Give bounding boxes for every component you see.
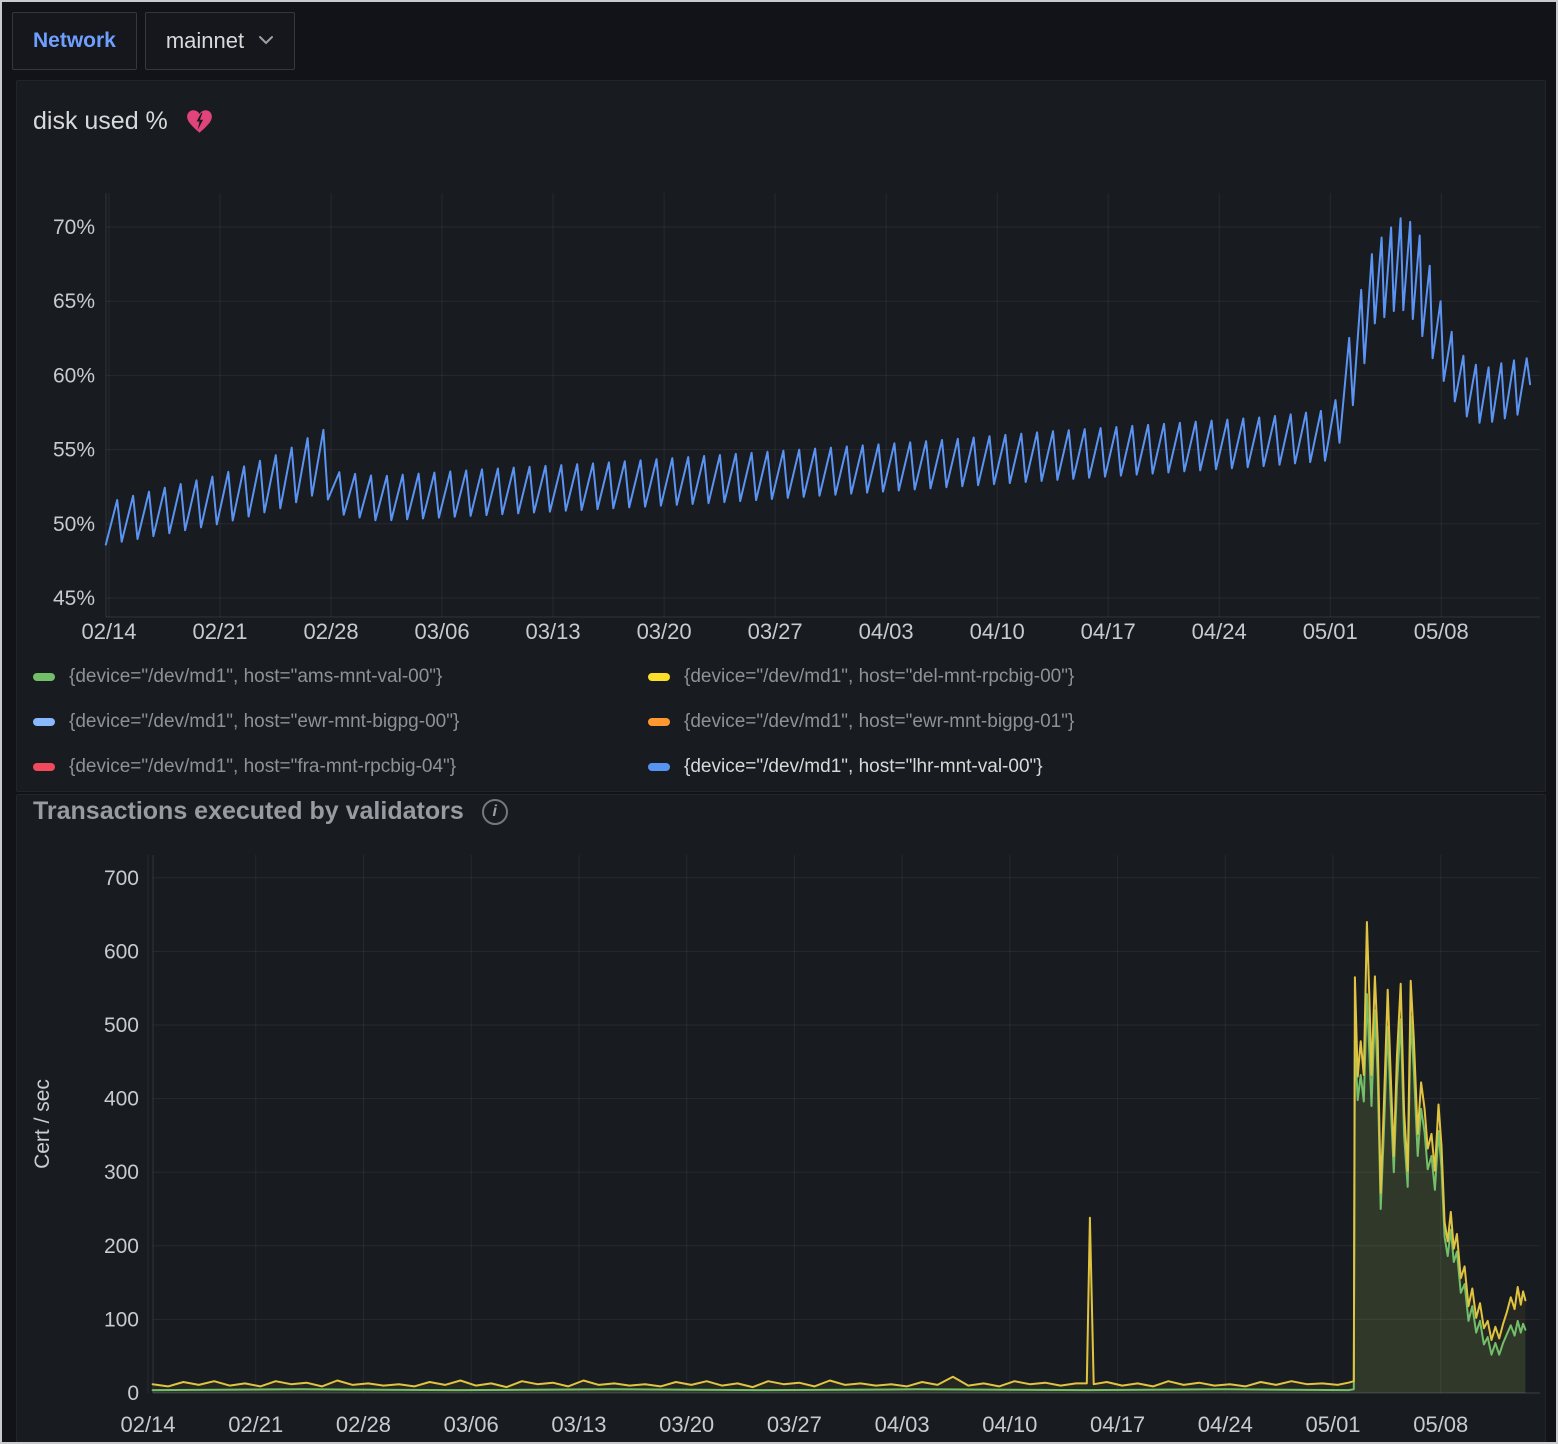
legend-swatch-icon xyxy=(648,718,670,726)
series-line xyxy=(106,218,1530,544)
x-tick-label: 02/14 xyxy=(81,619,136,644)
x-tick-label: 04/03 xyxy=(859,619,914,644)
disk-used-legend: {device="/dev/md1", host="ams-mnt-val-00… xyxy=(33,663,1074,781)
y-tick-label: 60% xyxy=(53,364,95,387)
legend-item[interactable]: {device="/dev/md1", host="del-mnt-rpcbig… xyxy=(648,663,1074,691)
x-tick-label: 02/28 xyxy=(304,619,359,644)
legend-item[interactable]: {device="/dev/md1", host="lhr-mnt-val-00… xyxy=(648,753,1074,781)
x-tick-label: 03/06 xyxy=(415,619,470,644)
y-tick-label: 65% xyxy=(53,290,95,313)
x-tick-label: 04/24 xyxy=(1192,619,1247,644)
y-tick-label: 100 xyxy=(104,1308,139,1331)
legend-swatch-icon xyxy=(648,763,670,771)
transactions-chart-plot[interactable]: 02/14 02/21 02/28 03/06 03/13 03/20 03/27 04/03… xyxy=(17,795,1545,1443)
x-tick-label: 04/17 xyxy=(1081,619,1136,644)
y-tick-label: 70% xyxy=(53,216,95,239)
x-tick-label: 02/14 xyxy=(120,1412,175,1437)
x-tick-label: 05/08 xyxy=(1414,619,1469,644)
legend-label: {device="/dev/md1", host="lhr-mnt-val-00… xyxy=(684,756,1043,778)
x-tick-label: 03/27 xyxy=(748,619,803,644)
legend-swatch-icon xyxy=(648,673,670,681)
x-tick-label: 03/20 xyxy=(637,619,692,644)
y-tick-label: 400 xyxy=(104,1088,139,1111)
legend-swatch-icon xyxy=(33,718,55,726)
panel-transactions: Transactions executed by validators i 02… xyxy=(16,794,1546,1444)
series-line xyxy=(153,922,1526,1387)
chevron-down-icon xyxy=(258,32,274,50)
x-tick-label: 03/13 xyxy=(526,619,581,644)
series-area xyxy=(153,922,1526,1393)
x-tick-label: 03/20 xyxy=(659,1412,714,1437)
y-tick-label: 55% xyxy=(53,439,95,462)
network-variable-select[interactable]: mainnet xyxy=(145,12,295,70)
x-tick-label: 05/01 xyxy=(1305,1412,1360,1437)
x-tick-label: 03/27 xyxy=(767,1412,822,1437)
grafana-dashboard: Network mainnet disk used % 02/1402/2102… xyxy=(0,0,1558,1444)
legend-label: {device="/dev/md1", host="ewr-mnt-bigpg-… xyxy=(684,711,1074,733)
legend-item[interactable]: {device="/dev/md1", host="ams-mnt-val-00… xyxy=(33,663,648,691)
y-axis-label: Cert / sec xyxy=(31,1079,54,1169)
x-tick-label: 05/01 xyxy=(1303,619,1358,644)
x-tick-label: 03/06 xyxy=(444,1412,499,1437)
series-area xyxy=(153,994,1526,1393)
x-tick-label: 04/17 xyxy=(1090,1412,1145,1437)
y-tick-label: 45% xyxy=(53,587,95,610)
legend-label: {device="/dev/md1", host="del-mnt-rpcbig… xyxy=(684,666,1074,688)
x-tick-label: 02/28 xyxy=(336,1412,391,1437)
y-tick-label: 0 xyxy=(127,1382,139,1405)
series-line xyxy=(153,994,1526,1390)
x-tick-label: 03/13 xyxy=(551,1412,606,1437)
y-tick-label: 500 xyxy=(104,1014,139,1037)
legend-swatch-icon xyxy=(33,763,55,771)
x-tick-label: 04/10 xyxy=(970,619,1025,644)
x-tick-label: 02/21 xyxy=(192,619,247,644)
x-tick-label: 05/08 xyxy=(1413,1412,1468,1437)
panel-disk-used: disk used % 02/1402/2102/2803/0603/1303/… xyxy=(16,80,1546,792)
network-variable-label: Network xyxy=(33,29,116,53)
y-tick-label: 700 xyxy=(104,867,139,890)
y-tick-label: 200 xyxy=(104,1235,139,1258)
legend-swatch-icon xyxy=(33,673,55,681)
legend-item[interactable]: {device="/dev/md1", host="ewr-mnt-bigpg-… xyxy=(33,708,648,736)
x-tick-label: 02/21 xyxy=(228,1412,283,1437)
x-tick-label: 04/10 xyxy=(982,1412,1037,1437)
network-variable-value[interactable]: mainnet xyxy=(166,28,244,54)
legend-item[interactable]: {device="/dev/md1", host="ewr-mnt-bigpg-… xyxy=(648,708,1074,736)
y-tick-label: 600 xyxy=(104,940,139,963)
legend-item[interactable]: {device="/dev/md1", host="fra-mnt-rpcbig… xyxy=(33,753,648,781)
legend-label: {device="/dev/md1", host="ams-mnt-val-00… xyxy=(69,666,442,688)
legend-label: {device="/dev/md1", host="ewr-mnt-bigpg-… xyxy=(69,711,459,733)
y-tick-label: 50% xyxy=(53,513,95,536)
x-tick-label: 04/24 xyxy=(1198,1412,1253,1437)
variable-bar: Network mainnet xyxy=(12,12,295,70)
network-variable-label-box: Network xyxy=(12,12,137,70)
x-tick-label: 04/03 xyxy=(875,1412,930,1437)
legend-label: {device="/dev/md1", host="fra-mnt-rpcbig… xyxy=(69,756,456,778)
y-tick-label: 300 xyxy=(104,1161,139,1184)
